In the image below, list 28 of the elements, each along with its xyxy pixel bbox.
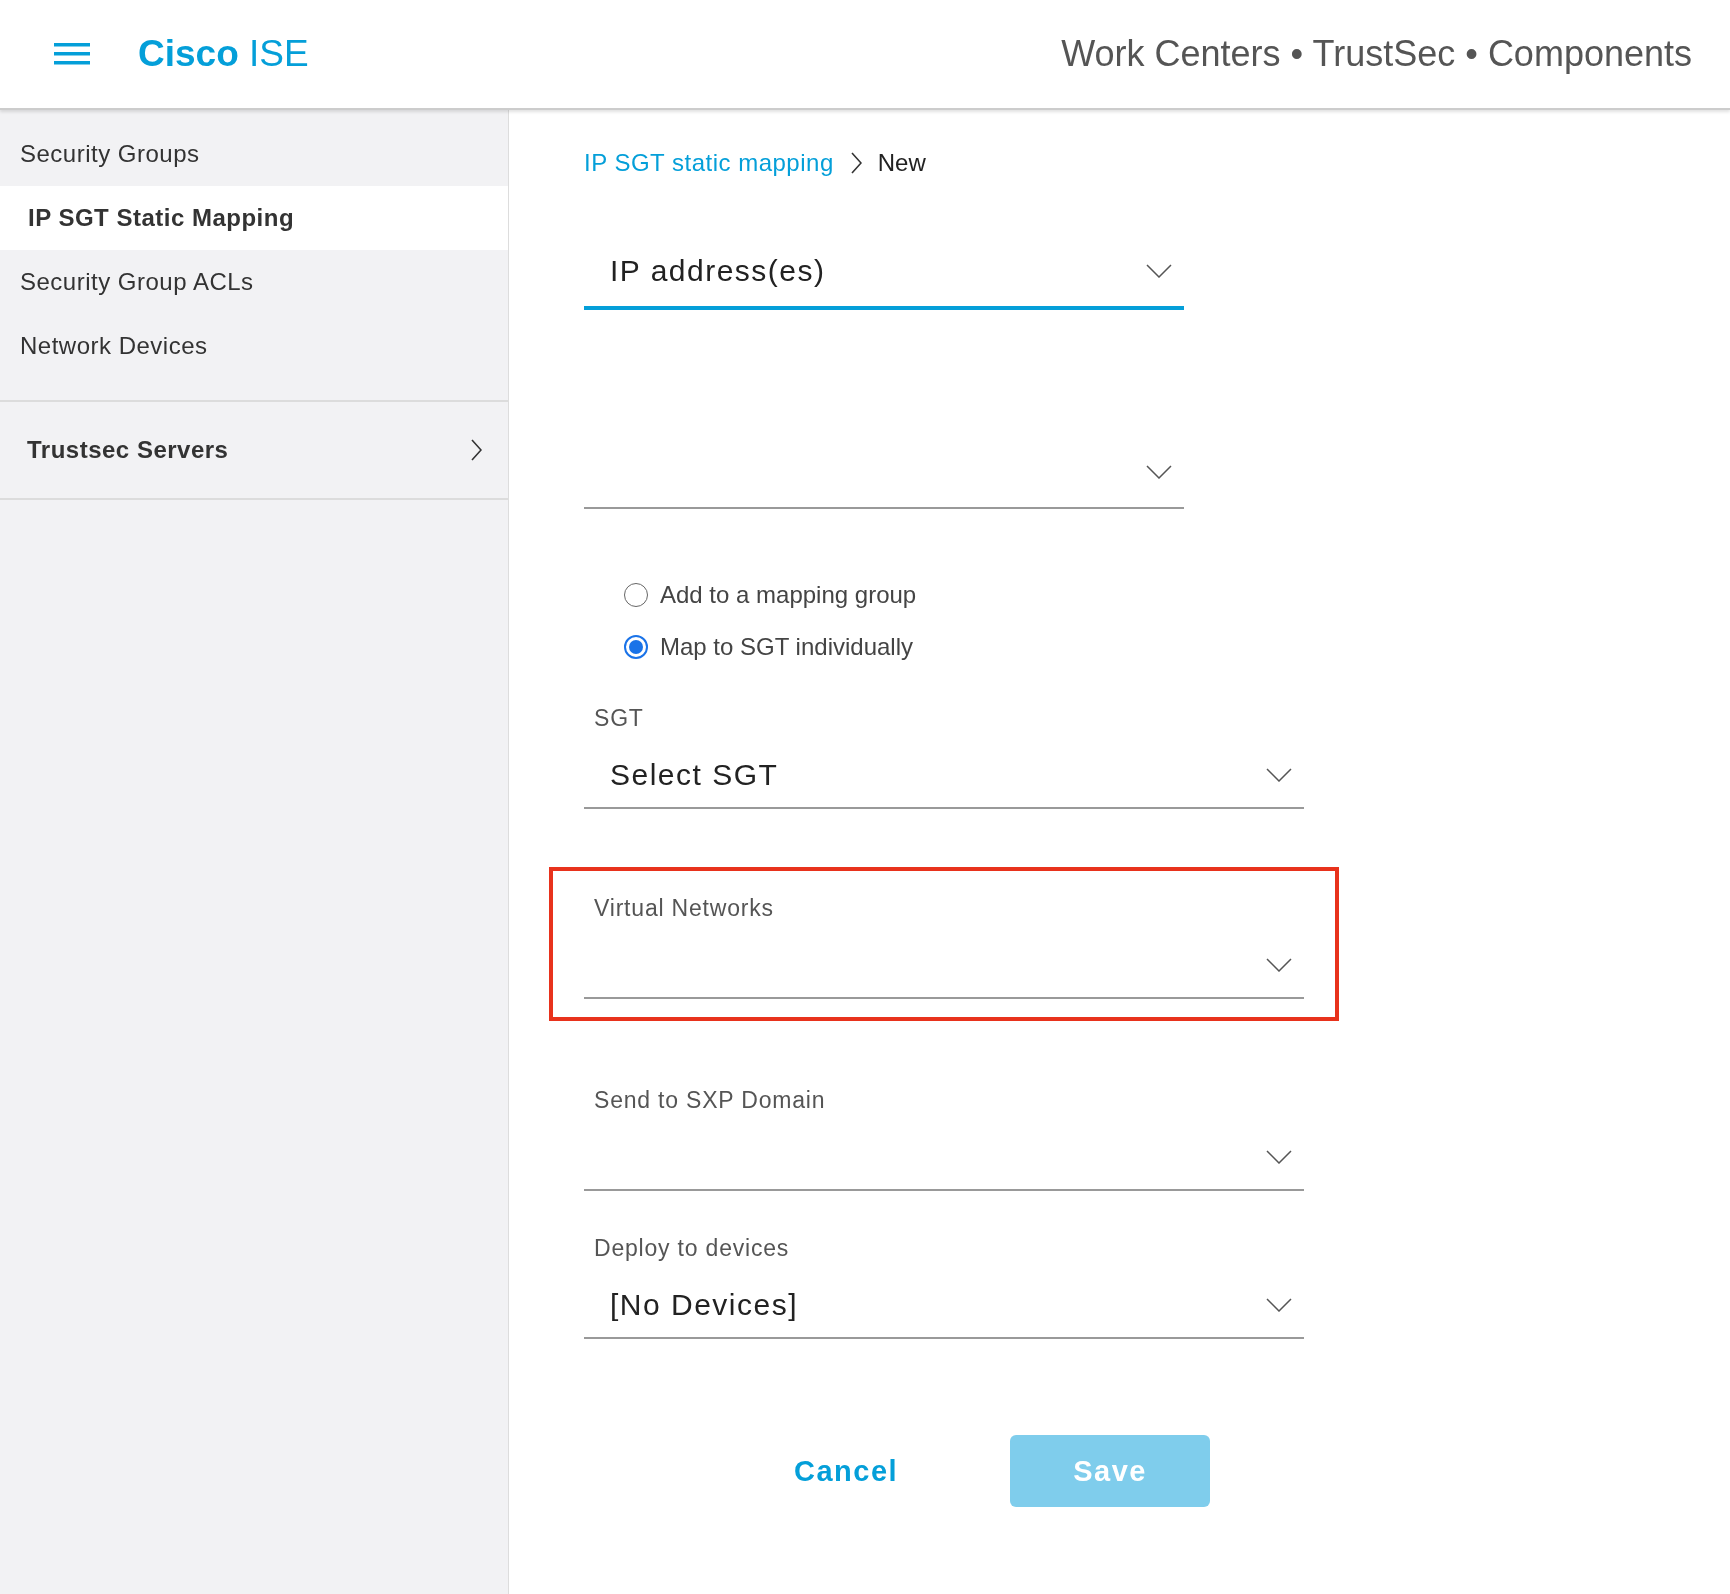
caret-icon [1266,1298,1292,1312]
breadcrumb-current: New [877,149,926,177]
chevron-icon [849,152,862,174]
sidebar-section[interactable]: Trustsec Servers [0,402,508,500]
caret-icon [1266,768,1292,782]
field-label: Virtual Networks [593,895,775,923]
sidebar-item[interactable]: IP SGT Static Mapping [0,186,508,250]
radio-label: Add to a mapping group [660,581,917,609]
field-label: Send to SXP Domain [593,1087,827,1115]
dropdown-field[interactable]: IP address(es) [584,236,1184,310]
caret-icon [1266,1150,1292,1164]
chevron-icon [470,439,482,461]
sidebar-item[interactable]: Security Group ACLs [0,250,508,314]
caret-icon [1146,264,1172,278]
caret-icon [1266,958,1292,972]
field-label: Deploy to devices [593,1235,791,1263]
field-label: SGT [593,705,645,733]
radio-button[interactable] [624,583,648,607]
dropdown-field[interactable]: [No Devices] [584,1273,1304,1339]
dropdown-field[interactable]: Select SGT [584,743,1304,809]
radio-label: Map to SGT individually [660,633,913,661]
product-logo: Cisco ISE [138,33,309,75]
menu-icon[interactable] [54,41,90,67]
page-title: Work Centers • TrustSec • Components [1061,33,1692,75]
radio-button[interactable] [624,635,648,659]
caret-icon [1146,465,1172,479]
sidebar-item[interactable]: Network Devices [0,314,508,378]
sidebar-item[interactable]: Security Groups [0,122,508,186]
